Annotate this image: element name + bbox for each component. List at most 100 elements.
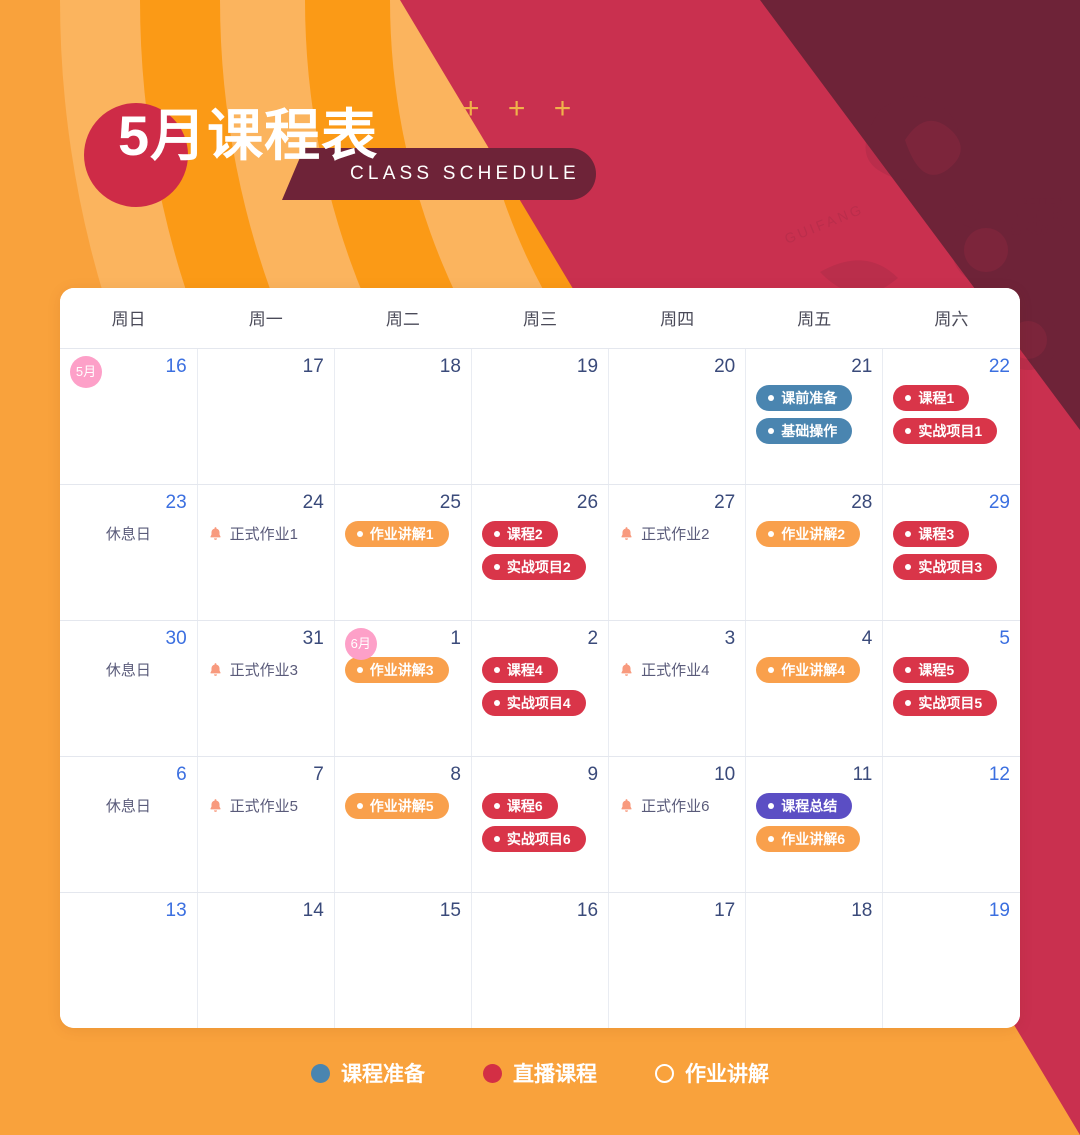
event-pill[interactable]: 作业讲解1	[344, 520, 449, 547]
calendar-day-cell[interactable]: 7 正式作业5	[197, 756, 335, 893]
calendar-day-cell[interactable]: 29 课程3 实战项目3	[882, 484, 1020, 621]
day-events: 课程4 实战项目4	[481, 656, 598, 716]
event-pill[interactable]: 作业讲解2	[756, 520, 860, 547]
calendar-day-cell[interactable]: 5 课程5 实战项目5	[882, 620, 1020, 757]
day-events: 正式作业5	[208, 793, 324, 819]
day-number: 8	[450, 763, 461, 785]
weekday-header-3: 周三	[471, 288, 609, 349]
bullet-dot-icon	[905, 666, 912, 673]
event-pill[interactable]: 课程4	[481, 656, 558, 683]
calendar-day-cell[interactable]: 14	[197, 892, 335, 1028]
event-homework[interactable]: 正式作业5	[208, 793, 298, 819]
event-pill[interactable]: 实战项目4	[481, 689, 586, 716]
event-label: 休息日	[105, 526, 151, 543]
calendar-week-row: 6 休息日 7 正式作业5 8 作业讲解5 9 课程6 实战项目6 10 正式作业6 11 课程总结 作业…	[60, 756, 1020, 893]
calendar-day-cell[interactable]: 11 课程总结作业讲解6	[745, 756, 884, 893]
day-number: 15	[439, 899, 461, 921]
bell-icon	[621, 662, 632, 676]
calendar-day-cell[interactable]: 26 课程2 实战项目2	[471, 484, 610, 621]
event-pill[interactable]: 课程2	[481, 520, 558, 547]
event-homework[interactable]: 正式作业6	[619, 793, 709, 819]
calendar-week-row: 5月 16 17 18 19 20 21 课前准备 基础操作 22 课程1 实战项目1	[60, 348, 1020, 485]
calendar-day-cell[interactable]: 21 课前准备 基础操作	[745, 348, 884, 485]
bell-icon	[210, 526, 221, 540]
event-pill[interactable]: 作业讲解3	[344, 656, 449, 683]
bullet-dot-icon	[905, 563, 912, 570]
calendar-day-cell[interactable]: 17	[197, 348, 335, 485]
calendar-day-cell[interactable]: 19	[471, 348, 610, 485]
event-pill[interactable]: 课程5	[893, 656, 970, 683]
calendar-day-cell[interactable]: 25 作业讲解1	[334, 484, 472, 621]
day-number: 7	[313, 763, 324, 785]
event-homework[interactable]: 正式作业3	[208, 657, 298, 683]
event-pill[interactable]: 课程3	[893, 520, 970, 547]
calendar-day-cell[interactable]: 10 正式作业6	[608, 756, 747, 893]
calendar-day-cell[interactable]: 23 休息日	[60, 484, 198, 621]
calendar-day-cell[interactable]: 8 作业讲解5	[334, 756, 472, 893]
event-pill[interactable]: 课程总结	[756, 792, 853, 819]
bullet-dot-icon	[905, 394, 912, 401]
calendar-day-cell[interactable]: 2 课程4 实战项目4	[471, 620, 610, 757]
calendar-day-cell[interactable]: 12	[882, 756, 1020, 893]
event-pill[interactable]: 基础操作	[756, 417, 853, 444]
calendar-week-row: 23 休息日 24 正式作业1 25 作业讲解1 26 课程2 实战项目2 27 正式作业2 28 作业…	[60, 484, 1020, 621]
calendar-day-cell[interactable]: 28 作业讲解2	[745, 484, 884, 621]
calendar-day-cell[interactable]: 27 正式作业2	[608, 484, 747, 621]
event-pill[interactable]: 作业讲解4	[756, 656, 860, 683]
calendar-day-cell[interactable]: 17	[608, 892, 747, 1028]
legend-item: 作业讲解	[655, 1058, 769, 1088]
bullet-dot-icon	[356, 802, 363, 809]
calendar-day-cell[interactable]: 6月 1 作业讲解3	[334, 620, 472, 757]
calendar-day-cell[interactable]: 9 课程6 实战项目6	[471, 756, 610, 893]
event-pill[interactable]: 实战项目2	[481, 553, 586, 580]
day-number: 30	[165, 627, 187, 649]
day-events: 休息日	[70, 657, 187, 683]
day-number: 10	[714, 763, 736, 785]
day-number: 11	[852, 763, 873, 785]
event-pill[interactable]: 实战项目3	[893, 553, 998, 580]
calendar-day-cell[interactable]: 30 休息日	[60, 620, 198, 757]
event-pill[interactable]: 课前准备	[756, 384, 853, 411]
event-label: 正式作业5	[229, 798, 298, 815]
event-pill[interactable]: 实战项目1	[893, 417, 998, 444]
event-pill[interactable]: 实战项目6	[481, 825, 586, 852]
event-homework[interactable]: 正式作业2	[619, 521, 709, 547]
month-badge: 5月	[70, 355, 102, 388]
event-pill[interactable]: 课程6	[481, 792, 558, 819]
calendar-week-row: 30 休息日 31 正式作业3 6月 1 作业讲解3 2 课程4 实战项目4 3 正式作业4 4 作业讲解…	[60, 620, 1020, 757]
day-events: 课前准备基础操作	[756, 384, 872, 444]
event-label: 作业讲解5	[369, 797, 434, 814]
bullet-dot-icon	[493, 835, 500, 842]
bullet-dot-icon	[768, 802, 775, 809]
legend: 课程准备 直播课程 作业讲解	[0, 1058, 1080, 1088]
calendar-day-cell[interactable]: 18	[745, 892, 884, 1028]
calendar-day-cell[interactable]: 6 休息日	[60, 756, 198, 893]
day-number: 31	[302, 627, 324, 649]
calendar-day-cell[interactable]: 5月 16	[60, 348, 198, 485]
calendar-day-cell[interactable]: 16	[471, 892, 610, 1028]
header: + + + CLASS SCHEDULE 5月课程表	[0, 0, 1080, 290]
event-rest-day: 休息日	[70, 793, 187, 819]
event-pill[interactable]: 作业讲解6	[756, 825, 860, 852]
calendar-day-cell[interactable]: 31 正式作业3	[197, 620, 335, 757]
day-number: 17	[302, 355, 324, 377]
calendar-day-cell[interactable]: 18	[334, 348, 472, 485]
day-number: 23	[165, 491, 187, 513]
day-number: 14	[302, 899, 324, 921]
calendar-day-cell[interactable]: 22 课程1 实战项目1	[882, 348, 1020, 485]
event-label: 基础操作	[781, 422, 838, 439]
day-events: 作业讲解3	[344, 656, 461, 683]
calendar-day-cell[interactable]: 24 正式作业1	[197, 484, 335, 621]
event-pill[interactable]: 作业讲解5	[344, 792, 449, 819]
event-homework[interactable]: 正式作业1	[208, 521, 298, 547]
event-label: 正式作业6	[641, 798, 710, 815]
calendar-day-cell[interactable]: 13	[60, 892, 198, 1028]
event-pill[interactable]: 实战项目5	[893, 689, 998, 716]
calendar-day-cell[interactable]: 3 正式作业4	[608, 620, 747, 757]
calendar-day-cell[interactable]: 20	[608, 348, 747, 485]
calendar-day-cell[interactable]: 15	[334, 892, 472, 1028]
calendar-day-cell[interactable]: 19	[882, 892, 1020, 1028]
calendar-day-cell[interactable]: 4 作业讲解4	[745, 620, 884, 757]
event-homework[interactable]: 正式作业4	[619, 657, 709, 683]
event-pill[interactable]: 课程1	[893, 384, 970, 411]
